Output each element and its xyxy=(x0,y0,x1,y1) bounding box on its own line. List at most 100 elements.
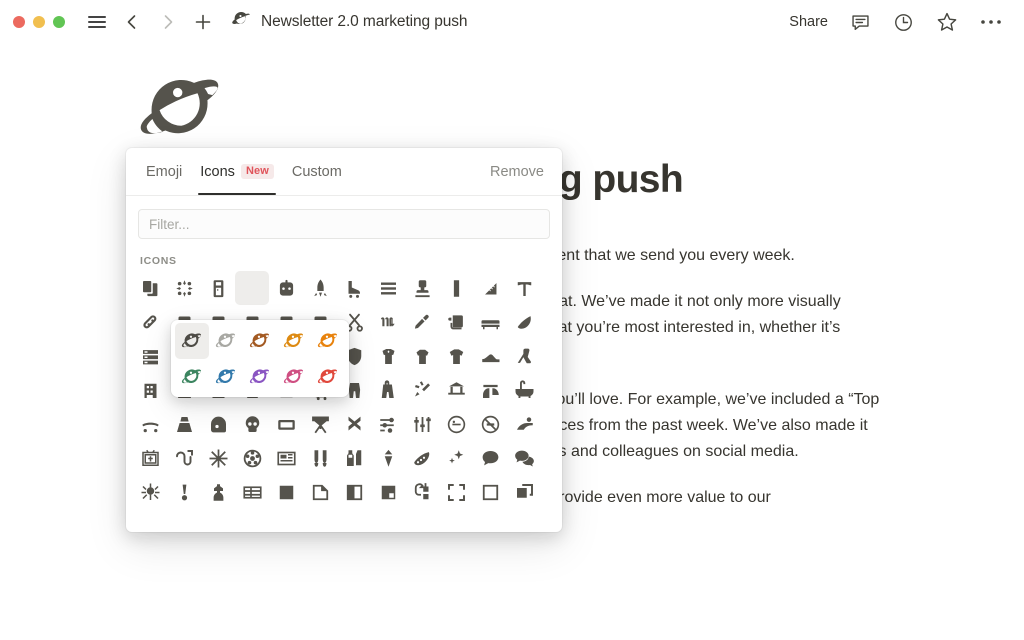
remove-button[interactable]: Remove xyxy=(488,164,546,180)
square-corner-icon[interactable] xyxy=(303,475,337,509)
saturn-icon[interactable]: M25.3 5.5c-.8-1.4-3.6-1.3-7.3-.1A9.3 9.3… xyxy=(235,271,269,305)
close-window-button[interactable] xyxy=(13,16,25,28)
icon-color-flyout xyxy=(171,320,349,397)
spreadsheet-icon[interactable] xyxy=(235,475,269,509)
tab-custom[interactable]: Custom xyxy=(283,149,351,195)
equalizer-icon[interactable] xyxy=(405,407,439,441)
tab-icons[interactable]: Icons New xyxy=(191,149,283,195)
square-badge-icon[interactable] xyxy=(371,475,405,509)
square-outline-icon[interactable] xyxy=(473,475,507,509)
sofa-icon[interactable] xyxy=(473,305,507,339)
skull-icon[interactable] xyxy=(235,407,269,441)
saturn-icon-brown[interactable] xyxy=(243,323,277,359)
shower-icon[interactable] xyxy=(439,373,473,407)
snowflake-asterisk-icon[interactable] xyxy=(167,271,201,305)
soccer-ball-icon[interactable] xyxy=(235,441,269,475)
roller-skate-icon[interactable] xyxy=(337,271,371,305)
tab-icons-label: Icons xyxy=(200,163,235,180)
spoon-icon[interactable] xyxy=(167,475,201,509)
soft-serve-icon[interactable] xyxy=(371,441,405,475)
hammer-icon[interactable] xyxy=(507,271,541,305)
no-entry-icon[interactable] xyxy=(439,407,473,441)
spray-bottle-icon[interactable] xyxy=(201,475,235,509)
page-saturn-icon[interactable] xyxy=(137,64,225,152)
water-slide-icon[interactable] xyxy=(507,407,541,441)
tab-emoji[interactable]: Emoji xyxy=(137,149,191,195)
new-badge: New xyxy=(240,163,274,180)
slot-machine-icon[interactable] xyxy=(133,441,167,475)
square-half-icon[interactable] xyxy=(337,475,371,509)
speech-bubble-icon[interactable] xyxy=(473,441,507,475)
shoe-icon[interactable] xyxy=(473,339,507,373)
stamp-icon[interactable] xyxy=(405,271,439,305)
chevron-left-icon[interactable] xyxy=(121,11,143,33)
crop-brackets-icon[interactable] xyxy=(439,475,473,509)
tshirt-icon[interactable] xyxy=(439,339,473,373)
maximize-window-button[interactable] xyxy=(53,16,65,28)
minimize-window-button[interactable] xyxy=(33,16,45,28)
sparkles-icon[interactable] xyxy=(439,441,473,475)
saturn-icon-light-gray[interactable] xyxy=(209,323,243,359)
saturn-icon-pink[interactable] xyxy=(277,359,311,395)
helmet-icon[interactable] xyxy=(201,407,235,441)
snow-pea-icon[interactable] xyxy=(405,441,439,475)
filter-input[interactable] xyxy=(138,209,550,239)
frame-icon[interactable] xyxy=(269,407,303,441)
hamburger-icon[interactable] xyxy=(87,12,107,32)
director-chair-icon[interactable] xyxy=(303,407,337,441)
server-rack-icon[interactable] xyxy=(133,339,167,373)
rocket-icon[interactable] xyxy=(303,271,337,305)
app-window: Newsletter 2.0 marketing push Share push… xyxy=(0,0,1024,640)
socks-icon[interactable] xyxy=(303,441,337,475)
scroll-icon[interactable] xyxy=(439,305,473,339)
spider-icon[interactable] xyxy=(133,475,167,509)
shuffle-icon[interactable] xyxy=(405,475,439,509)
skateboard-icon[interactable] xyxy=(133,407,167,441)
news-layout-icon[interactable] xyxy=(269,441,303,475)
robot-icon[interactable] xyxy=(269,271,303,305)
shirt-jacket-icon[interactable] xyxy=(371,339,405,373)
saturn-icon-red[interactable] xyxy=(311,359,345,395)
sweater-icon[interactable] xyxy=(405,339,439,373)
ellipsis-icon[interactable] xyxy=(980,18,1002,26)
set-square-icon[interactable] xyxy=(473,271,507,305)
layers-icon[interactable] xyxy=(507,475,541,509)
clock-icon[interactable] xyxy=(893,12,914,33)
star-icon[interactable] xyxy=(936,11,958,33)
lines-stack-icon[interactable] xyxy=(371,271,405,305)
scorpio-icon[interactable] xyxy=(371,305,405,339)
overalls-icon[interactable] xyxy=(405,373,439,407)
bathtub-icon[interactable] xyxy=(507,373,541,407)
skirt-icon[interactable] xyxy=(167,407,201,441)
ruler-icon[interactable] xyxy=(439,271,473,305)
sneaker-icon[interactable] xyxy=(133,373,167,407)
copy-pages-icon[interactable] xyxy=(133,271,167,305)
saturn-icon-amber[interactable] xyxy=(277,323,311,359)
soda-bottle-icon[interactable] xyxy=(337,441,371,475)
title-bar: Newsletter 2.0 marketing push Share xyxy=(0,0,1024,44)
high-heel-icon[interactable] xyxy=(507,339,541,373)
saturn-icon-blue[interactable] xyxy=(209,359,243,395)
snorkel-icon[interactable] xyxy=(167,441,201,475)
speech-bubbles-icon[interactable] xyxy=(507,441,541,475)
seed-icon[interactable] xyxy=(507,305,541,339)
folding-chair-icon[interactable] xyxy=(337,407,371,441)
page-breadcrumb[interactable]: Newsletter 2.0 marketing push xyxy=(231,9,468,35)
saturn-icon-green[interactable] xyxy=(175,359,209,395)
snowflake-icon[interactable] xyxy=(201,441,235,475)
torii-gate-icon[interactable] xyxy=(473,373,507,407)
sliders-icon[interactable] xyxy=(371,407,405,441)
share-button[interactable]: Share xyxy=(789,14,828,30)
saturn-icon-purple[interactable] xyxy=(243,359,277,395)
refrigerator-icon[interactable] xyxy=(201,271,235,305)
comment-icon[interactable] xyxy=(850,12,871,33)
safety-pin-icon[interactable] xyxy=(133,305,167,339)
no-smoking-icon[interactable] xyxy=(473,407,507,441)
plus-icon[interactable] xyxy=(193,12,213,32)
shorts-icon[interactable] xyxy=(371,373,405,407)
saturn-icon-dark-gray[interactable] xyxy=(175,322,209,359)
square-filled-icon[interactable] xyxy=(269,475,303,509)
chevron-right-icon[interactable] xyxy=(157,11,179,33)
screwdriver-icon[interactable] xyxy=(405,305,439,339)
saturn-icon-orange[interactable] xyxy=(311,323,345,359)
